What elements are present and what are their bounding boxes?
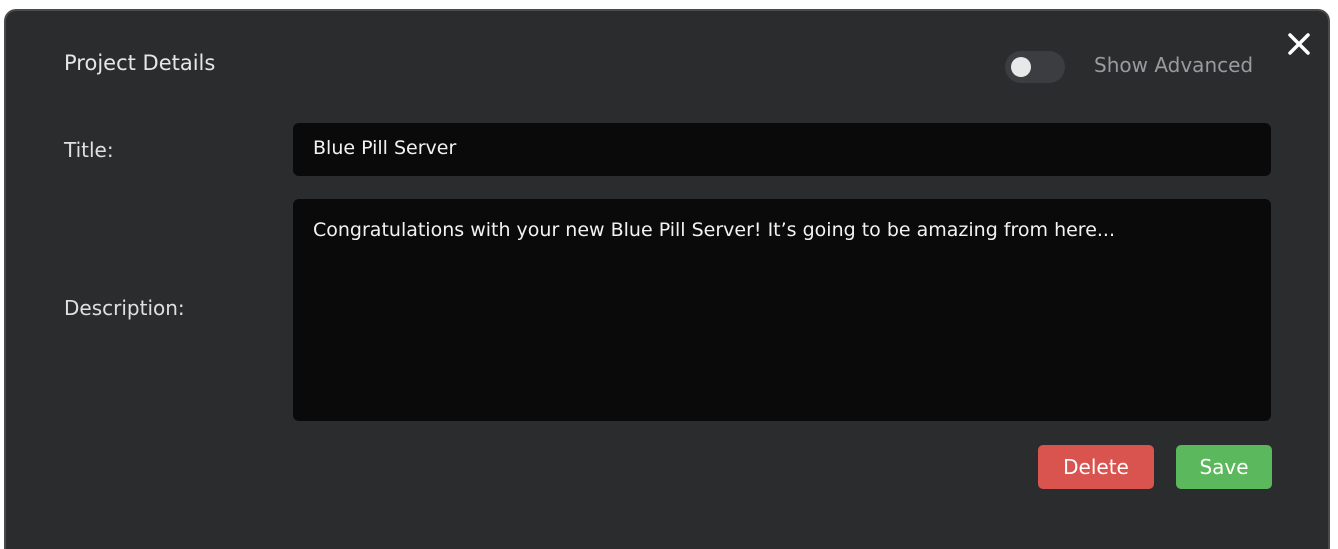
dialog-title: Project Details bbox=[64, 51, 216, 75]
project-details-dialog: Project Details Show Advanced Title: Blu… bbox=[4, 9, 1330, 549]
show-advanced-label: Show Advanced bbox=[1094, 53, 1254, 77]
delete-button[interactable]: Delete bbox=[1038, 445, 1154, 489]
toggle-knob bbox=[1011, 57, 1031, 77]
description-textarea[interactable]: Congratulations with your new Blue Pill … bbox=[293, 199, 1271, 421]
show-advanced-toggle[interactable] bbox=[1005, 51, 1065, 83]
close-icon[interactable] bbox=[1284, 29, 1314, 59]
title-label: Title: bbox=[64, 138, 114, 162]
description-label: Description: bbox=[64, 296, 185, 320]
save-button[interactable]: Save bbox=[1176, 445, 1272, 489]
title-input[interactable]: Blue Pill Server bbox=[293, 123, 1271, 176]
